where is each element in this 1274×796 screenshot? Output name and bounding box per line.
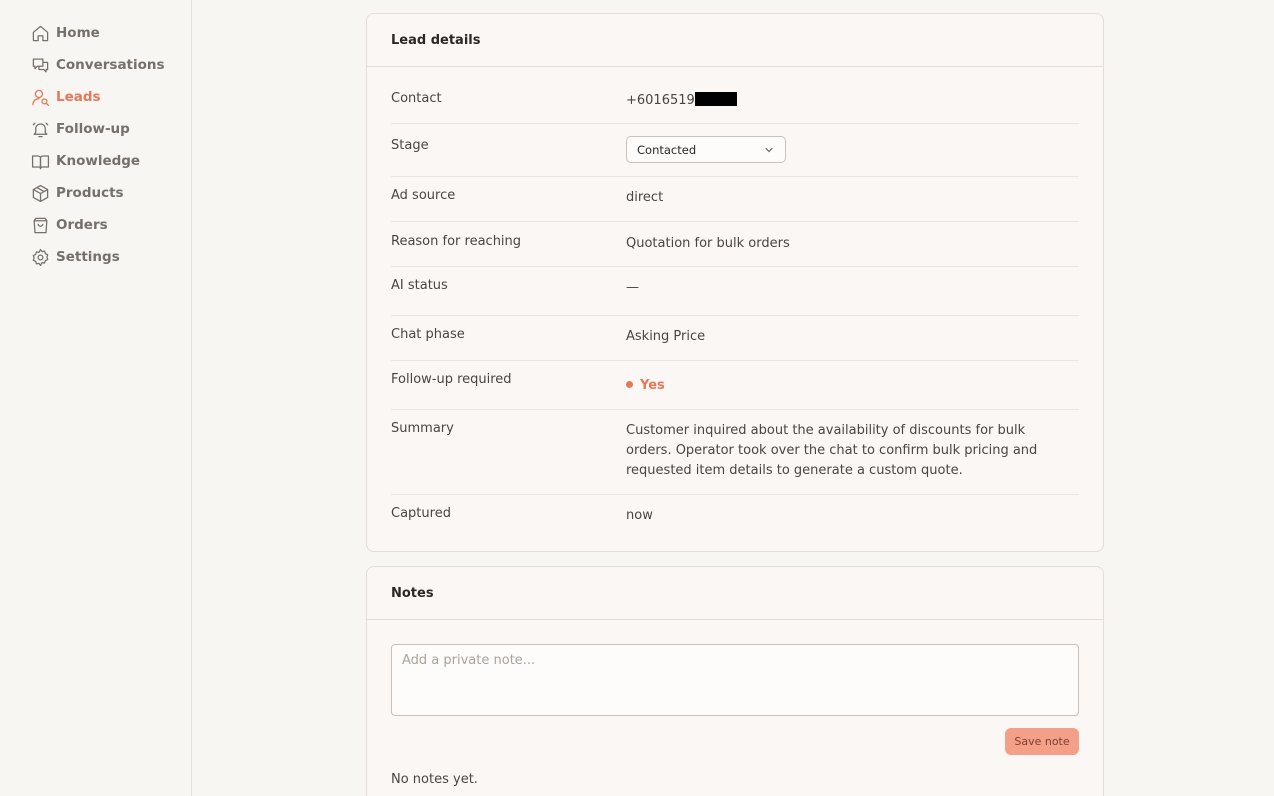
stage-selected-value: Contacted (637, 142, 697, 157)
chat-icon (30, 55, 50, 75)
sidebar-item-orders[interactable]: Orders (0, 209, 191, 241)
stage-label: Stage (391, 138, 429, 153)
bell-icon (30, 119, 50, 139)
ad-source-row: Ad source direct (391, 177, 1079, 222)
captured-value: now (626, 508, 653, 523)
bag-icon (30, 215, 50, 235)
sidebar-item-knowledge[interactable]: Knowledge (0, 145, 191, 177)
note-input[interactable] (391, 644, 1079, 716)
ai-status-label: AI status (391, 278, 448, 293)
follow-up-status: Yes (626, 372, 1079, 409)
ad-source-value: direct (626, 190, 664, 205)
sidebar-item-settings[interactable]: Settings (0, 241, 191, 273)
sidebar-item-label: Knowledge (56, 153, 141, 169)
reason-label: Reason for reaching (391, 234, 522, 249)
chat-phase-value: Asking Price (626, 329, 706, 344)
sidebar-item-products[interactable]: Products (0, 177, 191, 209)
status-dot (626, 381, 633, 388)
sidebar-item-label: Conversations (56, 57, 165, 73)
sidebar-item-label: Orders (56, 217, 108, 233)
sidebar-item-follow-up[interactable]: Follow-up (0, 113, 191, 145)
summary-label: Summary (391, 421, 454, 436)
save-note-button[interactable]: Save note (1005, 728, 1079, 755)
summary-value: Customer inquired about the availability… (626, 423, 1038, 478)
sidebar-item-home[interactable]: Home (0, 17, 191, 49)
sidebar-item-label: Home (56, 25, 100, 41)
gear-icon (30, 247, 50, 267)
reason-value: Quotation for bulk orders (626, 236, 790, 251)
notes-card: Notes Save note No notes yet. (366, 566, 1104, 796)
lead-details-card: Lead details Contact +6016519 Stage Cont… (366, 13, 1104, 552)
contact-value: +6016519 (626, 91, 1079, 123)
notes-title: Notes (367, 567, 1103, 620)
chevron-down-icon (765, 147, 773, 152)
sidebar: Home Conversations Leads Follow-up Knowl… (0, 0, 192, 796)
sidebar-item-label: Products (56, 185, 124, 201)
redaction-bar (694, 92, 737, 106)
ad-source-label: Ad source (391, 188, 456, 203)
follow-up-value: Yes (640, 378, 665, 393)
contact-label: Contact (391, 91, 442, 106)
sidebar-item-label: Leads (56, 89, 101, 105)
lead-details-title: Lead details (367, 14, 1103, 67)
sidebar-item-label: Settings (56, 249, 120, 265)
follow-up-row: Follow-up required Yes (391, 361, 1079, 410)
book-icon (30, 151, 50, 171)
ai-status-row: AI status — (391, 267, 1079, 316)
reason-row: Reason for reaching Quotation for bulk o… (391, 222, 1079, 267)
empty-notes-text: No notes yet. (391, 772, 478, 787)
summary-row: Summary Customer inquired about the avai… (391, 410, 1079, 495)
contact-number: +6016519 (626, 93, 695, 108)
captured-row: Captured now (391, 495, 1079, 540)
stage-select[interactable]: Contacted (626, 136, 786, 163)
captured-label: Captured (391, 506, 451, 521)
sidebar-item-label: Follow-up (56, 121, 130, 137)
chat-phase-label: Chat phase (391, 327, 465, 342)
user-search-icon (30, 87, 50, 107)
chat-phase-row: Chat phase Asking Price (391, 316, 1079, 361)
stage-row: Stage Contacted (391, 124, 1079, 177)
box-icon (30, 183, 50, 203)
home-icon (30, 23, 50, 43)
contact-row: Contact +6016519 (391, 77, 1079, 124)
follow-up-label: Follow-up required (391, 372, 512, 387)
ai-status-value: — (626, 280, 639, 295)
sidebar-item-conversations[interactable]: Conversations (0, 49, 191, 81)
sidebar-item-leads[interactable]: Leads (0, 81, 191, 113)
